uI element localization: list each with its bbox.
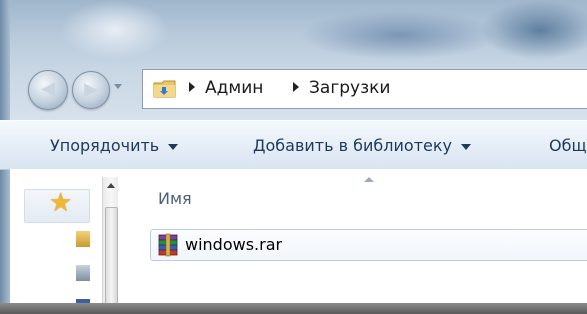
recent-pages-dropdown[interactable] xyxy=(114,84,122,89)
file-name: windows.rar xyxy=(185,235,283,254)
breadcrumb-separator-icon[interactable] xyxy=(293,82,299,92)
library-icon[interactable] xyxy=(76,231,90,247)
favorites-item[interactable]: ★ xyxy=(24,188,90,223)
winrar-archive-icon xyxy=(158,233,178,257)
sort-ascending-icon xyxy=(364,177,374,182)
navigation-pane: ★ xyxy=(10,169,119,314)
nav-pane-scrollbar[interactable] xyxy=(102,177,119,314)
star-icon: ★ xyxy=(49,188,73,218)
column-header-name[interactable]: Имя xyxy=(158,189,192,208)
add-to-library-label: Добавить в библиотеку xyxy=(253,136,452,155)
back-button[interactable]: ◀ xyxy=(28,70,68,110)
share-label: Общ xyxy=(549,136,587,155)
back-arrow-icon: ◀ xyxy=(41,78,55,99)
add-to-library-button[interactable]: Добавить в библиотеку xyxy=(253,136,471,155)
breadcrumb-downloads[interactable]: Загрузки xyxy=(309,78,390,98)
computer-icon[interactable] xyxy=(76,265,90,281)
breadcrumb-admin[interactable]: Админ xyxy=(205,78,263,98)
explorer-window: ◀ ▶ Админ Загрузки Упорядочить Добавить … xyxy=(0,0,587,314)
bottom-edge xyxy=(0,303,587,314)
list-item[interactable]: windows.rar xyxy=(150,229,587,261)
share-button[interactable]: Общ xyxy=(549,136,587,155)
breadcrumb-separator-icon[interactable] xyxy=(189,82,195,92)
command-bar: Упорядочить Добавить в библиотеку Общ xyxy=(0,120,587,170)
organize-button[interactable]: Упорядочить xyxy=(50,136,179,155)
scrollbar-thumb[interactable] xyxy=(105,207,118,314)
file-list: Имя windows.rar xyxy=(118,169,587,314)
chevron-down-icon xyxy=(460,143,471,150)
forward-button[interactable]: ▶ xyxy=(72,71,110,109)
folder-icon xyxy=(153,80,176,98)
forward-arrow-icon: ▶ xyxy=(84,79,98,100)
address-bar[interactable]: Админ Загрузки xyxy=(142,69,587,109)
chevron-down-icon xyxy=(168,143,179,150)
scroll-up-arrow-icon[interactable] xyxy=(107,183,115,188)
organize-label: Упорядочить xyxy=(50,136,160,155)
